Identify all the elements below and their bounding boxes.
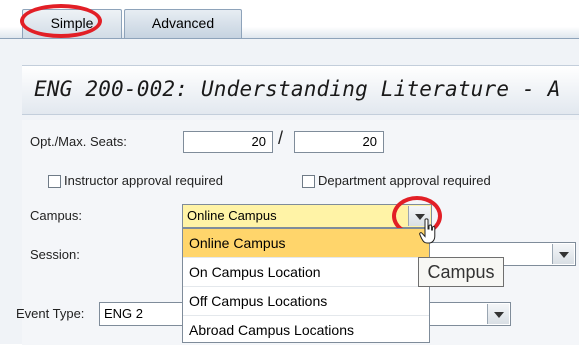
tab-simple[interactable]: Simple: [22, 9, 122, 38]
opt-seats-input[interactable]: 20: [183, 131, 273, 153]
campus-option[interactable]: Online Campus: [183, 229, 429, 258]
page-title: ENG 200-002: Understanding Literature - …: [34, 77, 561, 101]
campus-select-value: Online Campus: [187, 208, 277, 223]
max-seats-input[interactable]: 20: [294, 131, 384, 153]
tab-advanced-label: Advanced: [151, 15, 215, 31]
seats-separator: /: [278, 128, 284, 148]
session-dropdown-button[interactable]: [552, 244, 574, 264]
chevron-down-icon: [559, 252, 569, 258]
department-approval-label: Department approval required: [318, 173, 491, 188]
campus-tooltip: Campus: [418, 257, 504, 287]
tab-simple-label: Simple: [50, 15, 94, 31]
event-type-dropdown-button[interactable]: [487, 304, 509, 324]
campus-label: Campus:: [30, 208, 83, 223]
seats-label: Opt./Max. Seats:: [30, 134, 127, 149]
event-type-select-value: ENG 2: [104, 306, 144, 321]
event-type-label: Event Type:: [16, 306, 85, 321]
tab-advanced[interactable]: Advanced: [124, 9, 242, 38]
session-label: Session:: [30, 247, 80, 262]
campus-option[interactable]: On Campus Location: [183, 258, 429, 287]
campus-dropdown-list: Online Campus On Campus Location Off Cam…: [182, 228, 430, 343]
tab-bar: Simple Advanced: [0, 0, 579, 38]
instructor-approval-checkbox[interactable]: [48, 175, 61, 188]
title-bar: ENG 200-002: Understanding Literature - …: [22, 65, 579, 115]
campus-option[interactable]: Off Campus Locations: [183, 287, 429, 316]
campus-option[interactable]: Abroad Campus Locations: [183, 316, 429, 342]
instructor-approval-label: Instructor approval required: [64, 173, 223, 188]
pointer-cursor-icon: [419, 218, 436, 244]
campus-select[interactable]: Online Campus: [182, 204, 432, 228]
department-approval-checkbox[interactable]: [302, 175, 315, 188]
chevron-down-icon: [494, 312, 504, 318]
